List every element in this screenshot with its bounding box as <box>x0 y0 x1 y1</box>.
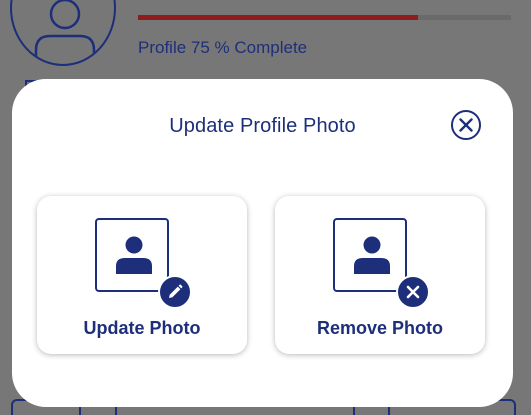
update-photo-button[interactable]: Update Photo <box>37 196 247 354</box>
close-icon <box>459 118 473 132</box>
close-dialog-button[interactable] <box>451 110 481 140</box>
remove-badge <box>396 275 430 309</box>
pencil-icon <box>169 284 183 298</box>
person-photo-icon <box>95 218 169 292</box>
update-photo-label: Update Photo <box>83 318 201 338</box>
person-icon <box>354 236 390 274</box>
profile-progress-bar <box>138 15 511 20</box>
remove-photo-label: Remove Photo <box>316 318 444 338</box>
profile-progress-fill <box>138 15 418 20</box>
user-icon <box>34 0 96 64</box>
edit-badge <box>158 275 192 309</box>
dialog-title: Update Profile Photo <box>169 115 356 137</box>
profile-complete-label: Profile 75 % Complete <box>138 38 308 57</box>
profile-screen: Profile 75 % Complete Update Profile Pho… <box>0 0 531 415</box>
profile-avatar <box>10 0 116 66</box>
remove-photo-button[interactable]: Remove Photo <box>275 196 485 354</box>
close-icon <box>406 285 420 299</box>
update-profile-photo-dialog: Update Profile Photo Update Photo Remove… <box>12 79 513 407</box>
person-photo-icon <box>333 218 407 292</box>
person-icon <box>116 236 152 274</box>
